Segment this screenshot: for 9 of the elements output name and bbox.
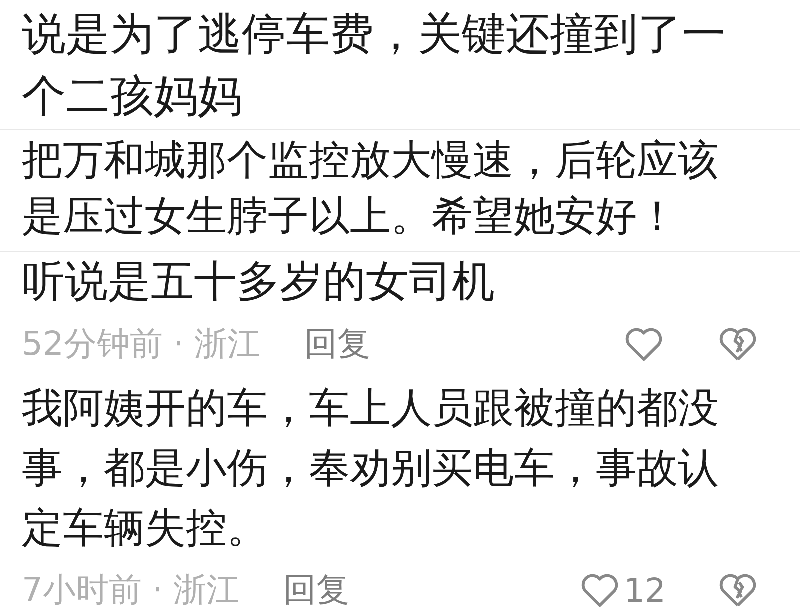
comment-time-location: 52分钟前 · 浙江	[22, 322, 260, 364]
reply-link[interactable]: 回复	[283, 568, 350, 612]
comment-text: 说是为了逃停车费，关键还撞到了一个二孩妈妈	[22, 8, 727, 124]
comment-text: 听说是五十多岁的女司机	[22, 256, 496, 309]
comment-time-location: 7小时前 · 浙江	[22, 568, 240, 610]
like-count: 12	[624, 570, 666, 610]
reply-link[interactable]: 回复	[304, 322, 370, 366]
comment-text: 我阿姨开的车，车上人员跟被撞的都没事，都是小伤，奉劝别买电车，事故认定车辆失控。	[22, 383, 720, 554]
comment-text: 把万和城那个监控放大慢速，后轮应该是压过女生脖子以上。希望她安好！	[22, 135, 720, 242]
